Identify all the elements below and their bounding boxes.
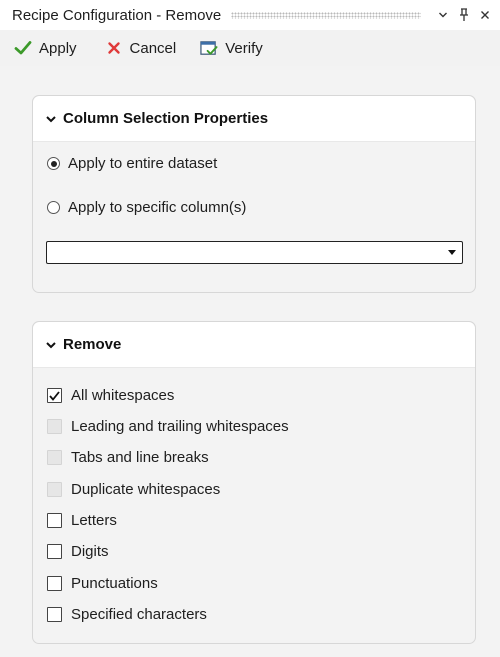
- checkbox-label: Tabs and line breaks: [71, 449, 209, 466]
- checkbox[interactable]: [47, 544, 62, 559]
- option-duplicate-whitespaces: Duplicate whitespaces: [47, 481, 220, 498]
- checkbox[interactable]: [47, 607, 62, 622]
- pin-icon[interactable]: [457, 8, 471, 22]
- cancel-x-icon: [105, 39, 123, 57]
- radio-entire-dataset[interactable]: Apply to entire dataset: [47, 155, 217, 172]
- close-icon[interactable]: [478, 8, 492, 22]
- radio-button-selected[interactable]: [47, 157, 60, 170]
- option-leading-trailing: Leading and trailing whitespaces: [47, 418, 289, 435]
- verify-icon: [200, 39, 218, 57]
- checkbox-disabled: [47, 482, 62, 497]
- checkbox-label: Digits: [71, 543, 109, 560]
- checkbox[interactable]: [47, 576, 62, 591]
- checkbox[interactable]: [47, 513, 62, 528]
- column-selection-title: Column Selection Properties: [63, 110, 269, 127]
- checkbox-label: All whitespaces: [71, 387, 175, 404]
- option-letters[interactable]: Letters: [47, 512, 117, 529]
- checkbox-label: Duplicate whitespaces: [71, 481, 221, 498]
- radio-label: Apply to entire dataset: [68, 155, 218, 172]
- cancel-button[interactable]: Cancel: [105, 39, 177, 57]
- remove-title: Remove: [63, 336, 122, 353]
- option-tabs-linebreaks: Tabs and line breaks: [47, 449, 209, 466]
- column-select-dropdown[interactable]: [46, 241, 463, 264]
- verify-button[interactable]: Verify: [200, 39, 263, 57]
- checkbox-checked[interactable]: [47, 388, 62, 403]
- dropdown-caret-icon: [448, 250, 456, 255]
- option-specified-characters[interactable]: Specified characters: [47, 606, 207, 623]
- chevron-down-icon: [45, 339, 57, 351]
- option-all-whitespaces[interactable]: All whitespaces: [47, 387, 174, 404]
- checkbox-disabled: [47, 419, 62, 434]
- remove-panel: Remove All whitespaces Leading and trail…: [32, 321, 476, 644]
- column-selection-panel: Column Selection Properties Apply to ent…: [32, 95, 476, 293]
- radio-label: Apply to specific column(s): [68, 199, 247, 216]
- apply-label: Apply: [39, 39, 77, 57]
- window-title: Recipe Configuration - Remove: [12, 6, 222, 24]
- drag-grip[interactable]: [231, 11, 421, 19]
- checkbox-disabled: [47, 450, 62, 465]
- checkbox-label: Leading and trailing whitespaces: [71, 418, 289, 435]
- radio-specific-columns[interactable]: Apply to specific column(s): [47, 199, 246, 216]
- content-area: Column Selection Properties Apply to ent…: [0, 66, 500, 657]
- chevron-down-icon[interactable]: [436, 8, 450, 22]
- chevron-down-icon: [45, 113, 57, 125]
- title-bar: Recipe Configuration - Remove: [0, 0, 500, 30]
- apply-button[interactable]: Apply: [14, 39, 77, 57]
- cancel-label: Cancel: [129, 39, 177, 57]
- remove-header[interactable]: Remove: [33, 322, 475, 368]
- checkbox-label: Letters: [71, 512, 117, 529]
- checkbox-label: Specified characters: [71, 606, 207, 623]
- toolbar: Apply Cancel Verify: [0, 30, 500, 66]
- option-punctuations[interactable]: Punctuations: [47, 575, 158, 592]
- column-selection-header[interactable]: Column Selection Properties: [33, 96, 475, 142]
- option-digits[interactable]: Digits: [47, 543, 109, 560]
- checkbox-label: Punctuations: [71, 575, 158, 592]
- verify-label: Verify: [225, 39, 263, 57]
- checkmark-icon: [14, 39, 32, 57]
- radio-button[interactable]: [47, 201, 60, 214]
